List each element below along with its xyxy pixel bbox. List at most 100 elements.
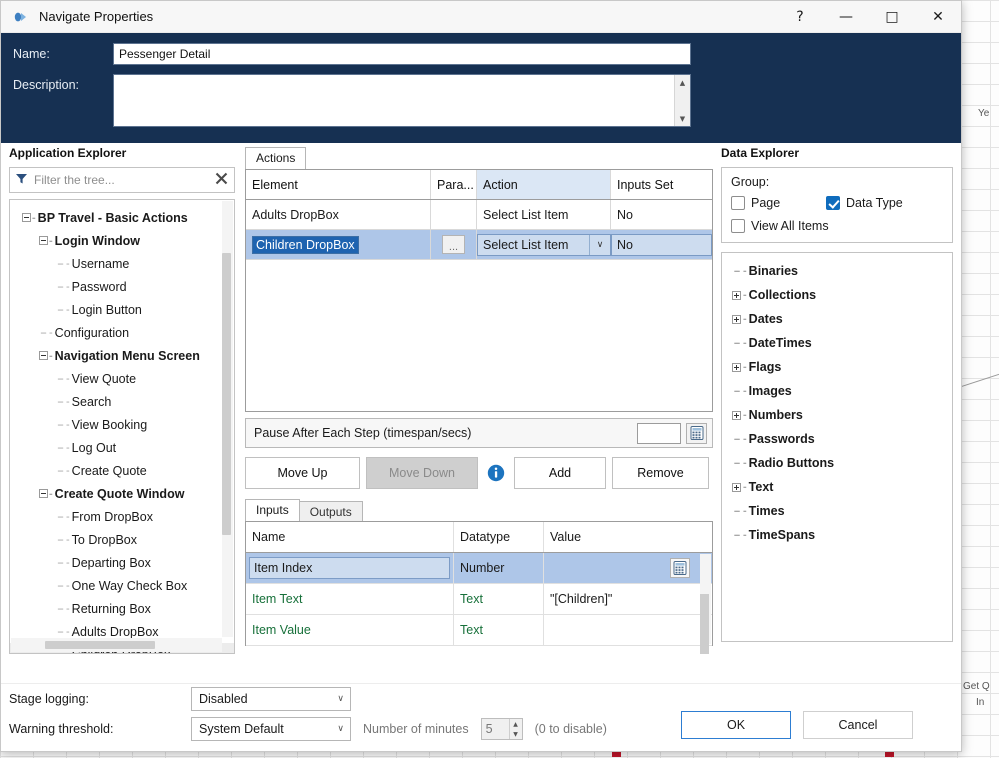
tree-filter-bar[interactable]: Filter the tree... <box>9 167 235 193</box>
tree-item[interactable]: ‐‐‐View Quote <box>10 367 234 390</box>
tree-collapse-icon[interactable] <box>37 236 49 245</box>
plus-icon[interactable] <box>732 411 741 420</box>
checkbox-view-all-items[interactable]: View All Items <box>731 219 943 233</box>
stepper-down-icon[interactable]: ▼ <box>510 729 522 739</box>
tree-item[interactable]: ‐‐‐Search <box>10 390 234 413</box>
io-cell-datatype[interactable]: Text <box>454 615 544 645</box>
plus-icon[interactable] <box>732 315 741 324</box>
io-cell-datatype[interactable]: Number <box>454 553 544 583</box>
maximize-button[interactable]: □ <box>869 1 915 33</box>
description-scrollbar[interactable]: ▲ ▼ <box>674 75 690 126</box>
tree-item[interactable]: ‐‐‐Configuration <box>10 321 234 344</box>
calculator-icon[interactable] <box>670 558 690 578</box>
pause-value-input[interactable] <box>637 423 681 444</box>
actions-row[interactable]: Adults DropBoxSelect List ItemNo <box>246 200 712 230</box>
help-button[interactable]: ? <box>777 1 823 33</box>
data-type-item[interactable]: ‐‐‐Binaries <box>722 259 952 283</box>
data-type-item[interactable]: ‐Numbers <box>722 403 952 427</box>
tree-expand-icon[interactable] <box>730 363 743 372</box>
name-input[interactable] <box>113 43 691 65</box>
tree-expand-icon[interactable] <box>730 315 743 324</box>
tree-horizontal-thumb[interactable] <box>45 641 155 649</box>
io-row[interactable]: Item ValueText <box>246 615 712 646</box>
info-icon[interactable] <box>478 464 514 482</box>
io-column-header-value[interactable]: Value <box>544 522 712 552</box>
actions-cell-element[interactable]: Adults DropBox <box>246 200 431 229</box>
actions-cell-parameters[interactable]: ... <box>431 230 477 259</box>
close-icon[interactable] <box>214 171 229 189</box>
application-tree[interactable]: ‐BP Travel - Basic Actions‐Login Window‐… <box>9 199 235 654</box>
data-type-item[interactable]: ‐‐‐Images <box>722 379 952 403</box>
checkbox-data-type-box[interactable] <box>826 196 840 210</box>
checkbox-page-box[interactable] <box>731 196 745 210</box>
minutes-stepper[interactable]: 5 ▲ ▼ <box>481 718 523 740</box>
data-type-item[interactable]: ‐Flags <box>722 355 952 379</box>
tree-vertical-thumb[interactable] <box>222 253 231 535</box>
chevron-down-icon[interactable]: ∨ <box>589 235 610 255</box>
stage-logging-select[interactable]: Disabled ∨ <box>191 687 351 711</box>
tree-item[interactable]: ‐‐‐From DropBox <box>10 505 234 528</box>
tree-collapse-icon[interactable] <box>20 213 32 222</box>
data-type-item[interactable]: ‐Text <box>722 475 952 499</box>
tree-collapse-icon[interactable] <box>37 489 49 498</box>
checkbox-view-all-items-box[interactable] <box>731 219 745 233</box>
io-vertical-thumb[interactable] <box>700 594 709 654</box>
tree-item[interactable]: ‐Login Window <box>10 229 234 252</box>
tree-item[interactable]: ‐‐‐Returning Box <box>10 597 234 620</box>
actions-cell-action[interactable]: Select List Item∨ <box>477 230 611 259</box>
data-type-item[interactable]: ‐‐‐TimeSpans <box>722 523 952 547</box>
data-type-item[interactable]: ‐‐‐Times <box>722 499 952 523</box>
tree-expand-icon[interactable] <box>730 483 743 492</box>
actions-grid[interactable]: Element Para... Action Inputs Set Adults… <box>245 169 713 412</box>
parameters-ellipsis-button[interactable]: ... <box>442 235 465 254</box>
action-select[interactable]: Select List Item∨ <box>477 234 611 256</box>
plus-icon[interactable] <box>732 363 741 372</box>
minus-icon[interactable] <box>39 351 48 360</box>
move-down-button[interactable]: Move Down <box>366 457 478 489</box>
io-cell-name[interactable]: Item Text <box>246 584 454 614</box>
minutes-value[interactable]: 5 <box>486 722 493 736</box>
tree-item[interactable]: ‐Navigation Menu Screen <box>10 344 234 367</box>
data-type-item[interactable]: ‐‐‐Passwords <box>722 427 952 451</box>
column-header-action[interactable]: Action <box>477 170 611 199</box>
tree-item[interactable]: ‐‐‐Login Button <box>10 298 234 321</box>
tree-vertical-scrollbar[interactable] <box>222 201 233 637</box>
io-vertical-scrollbar[interactable] <box>700 554 711 644</box>
description-input[interactable] <box>113 74 691 127</box>
tree-item[interactable]: ‐Create Quote Window <box>10 482 234 505</box>
minus-icon[interactable] <box>39 489 48 498</box>
warning-threshold-select[interactable]: System Default ∨ <box>191 717 351 741</box>
tree-expand-icon[interactable] <box>730 291 743 300</box>
checkbox-page[interactable]: Page <box>731 196 826 210</box>
tree-item[interactable]: ‐‐‐Username <box>10 252 234 275</box>
actions-cell-inputs-set[interactable]: No <box>611 230 712 259</box>
tree-collapse-icon[interactable] <box>37 351 49 360</box>
tab-inputs[interactable]: Inputs <box>245 499 300 521</box>
io-name-editor[interactable]: Item Index <box>249 557 450 579</box>
actions-cell-element[interactable]: Children DropBox <box>246 230 431 259</box>
actions-element-editor[interactable]: Children DropBox <box>252 236 359 254</box>
column-header-element[interactable]: Element <box>246 170 431 199</box>
tree-item[interactable]: ‐‐‐Password <box>10 275 234 298</box>
plus-icon[interactable] <box>732 483 741 492</box>
minimize-button[interactable]: — <box>823 1 869 33</box>
remove-button[interactable]: Remove <box>612 457 709 489</box>
io-cell-name[interactable]: Item Index <box>246 553 454 583</box>
actions-row[interactable]: Children DropBox... Select List Item∨No <box>246 230 712 260</box>
io-cell-datatype[interactable]: Text <box>454 584 544 614</box>
io-cell-name[interactable]: Item Value <box>246 615 454 645</box>
data-type-item[interactable]: ‐‐‐DateTimes <box>722 331 952 355</box>
plus-icon[interactable] <box>732 291 741 300</box>
tree-filter-input[interactable]: Filter the tree... <box>28 173 214 187</box>
stepper-arrows[interactable]: ▲ ▼ <box>509 719 522 739</box>
checkbox-data-type[interactable]: Data Type <box>826 196 903 210</box>
stepper-up-icon[interactable]: ▲ <box>510 719 522 729</box>
io-column-header-name[interactable]: Name <box>246 522 454 552</box>
tree-item[interactable]: ‐‐‐View Booking <box>10 413 234 436</box>
tree-item[interactable]: ‐‐‐One Way Check Box <box>10 574 234 597</box>
scroll-up-icon[interactable]: ▲ <box>675 75 690 90</box>
minus-icon[interactable] <box>22 213 31 222</box>
scroll-down-icon[interactable]: ▼ <box>675 111 690 126</box>
tab-actions[interactable]: Actions <box>245 147 306 169</box>
ok-button[interactable]: OK <box>681 711 791 739</box>
